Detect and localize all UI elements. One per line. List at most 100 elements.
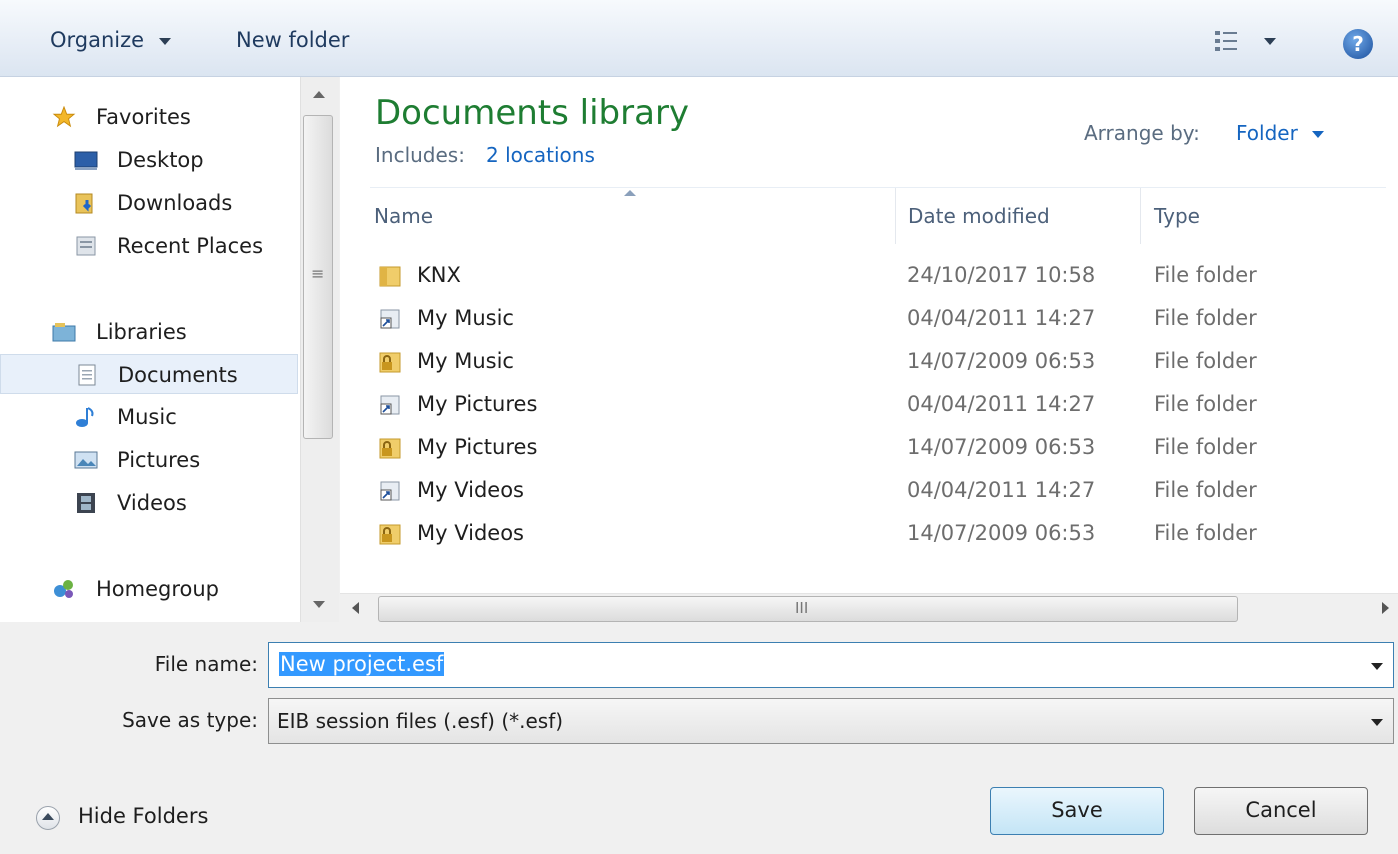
nav-homegroup[interactable]: Homegroup — [0, 569, 298, 609]
scroll-left-arrow-icon[interactable] — [352, 602, 359, 614]
nav-music-label: Music — [117, 405, 177, 429]
shortcut-icon — [380, 309, 400, 329]
scroll-grip-icon: ≡ — [311, 264, 325, 283]
nav-recent-places-label: Recent Places — [117, 234, 264, 258]
file-name: My Videos — [417, 521, 524, 545]
file-name-field[interactable]: New project.esf — [268, 642, 1394, 688]
file-date: 04/04/2011 14:27 — [907, 478, 1096, 502]
locked-folder-icon — [379, 524, 401, 545]
nav-downloads[interactable]: Downloads — [0, 183, 298, 223]
details-view-icon — [1215, 31, 1237, 51]
collapse-icon — [36, 806, 60, 830]
nav-pictures[interactable]: Pictures — [0, 440, 298, 480]
column-divider[interactable] — [1140, 188, 1141, 244]
save-as-type-select[interactable]: EIB session files (.esf) (*.esf) — [268, 698, 1394, 744]
nav-documents-label: Documents — [118, 363, 238, 387]
file-date: 14/07/2009 06:53 — [907, 435, 1096, 459]
nav-pictures-label: Pictures — [117, 448, 201, 472]
change-view-button[interactable] — [1210, 28, 1288, 56]
file-type: File folder — [1154, 478, 1257, 502]
file-name: KNX — [417, 263, 461, 287]
arrange-by-value: Folder — [1236, 121, 1298, 145]
folder-icon — [379, 266, 401, 287]
file-type: File folder — [1154, 521, 1257, 545]
organize-label: Organize — [50, 28, 145, 52]
file-type: File folder — [1154, 349, 1257, 373]
file-row[interactable]: My Videos 14/07/2009 06:53 File folder — [340, 513, 1398, 556]
file-name: My Pictures — [417, 435, 538, 459]
scroll-down-arrow-icon[interactable] — [313, 601, 325, 608]
file-type: File folder — [1154, 392, 1257, 416]
nav-favorites[interactable]: Favorites — [0, 97, 298, 137]
column-header-name[interactable]: Name — [374, 204, 892, 244]
save-options-area: File name: New project.esf Save as type:… — [0, 622, 1398, 854]
new-folder-button[interactable]: New folder — [236, 20, 349, 60]
column-header-date[interactable]: Date modified — [908, 204, 1138, 244]
nav-scroll-thumb[interactable]: ≡ — [303, 115, 333, 439]
nav-documents[interactable]: Documents — [0, 354, 298, 394]
file-name: My Videos — [417, 478, 524, 502]
column-name-label: Name — [374, 204, 434, 228]
view-dropdown-icon — [1264, 38, 1276, 45]
file-name-label: File name: — [154, 652, 258, 676]
file-name-dropdown-icon[interactable] — [1371, 663, 1383, 670]
file-row[interactable]: My Pictures 04/04/2011 14:27 File folder — [340, 384, 1398, 427]
pictures-icon — [74, 451, 98, 469]
shortcut-icon — [380, 481, 400, 501]
documents-icon — [78, 364, 96, 386]
hide-folders-label: Hide Folders — [78, 804, 209, 828]
file-date: 04/04/2011 14:27 — [907, 306, 1096, 330]
recent-places-icon — [76, 236, 96, 256]
homegroup-icon — [54, 580, 73, 598]
libraries-icon — [52, 323, 76, 342]
file-name-input[interactable]: New project.esf — [279, 652, 445, 676]
desktop-icon — [74, 151, 98, 170]
new-folder-label: New folder — [236, 28, 350, 52]
nav-desktop-label: Desktop — [117, 148, 204, 172]
chevron-down-icon — [1312, 131, 1325, 138]
file-row[interactable]: KNX 24/10/2017 10:58 File folder — [340, 255, 1398, 298]
includes-label: Includes: — [375, 143, 465, 167]
music-icon — [76, 407, 94, 427]
cancel-button[interactable]: Cancel — [1194, 787, 1368, 835]
column-header-type[interactable]: Type — [1154, 204, 1374, 244]
file-row[interactable]: My Music 14/07/2009 06:53 File folder — [340, 341, 1398, 384]
file-row[interactable]: My Music 04/04/2011 14:27 File folder — [340, 298, 1398, 341]
nav-scrollbar[interactable]: ≡ — [300, 77, 339, 622]
scroll-up-arrow-icon[interactable] — [313, 91, 325, 98]
horizontal-scroll-thumb[interactable]: III — [378, 596, 1238, 622]
organize-button[interactable]: Organize — [50, 20, 171, 60]
locked-folder-icon — [379, 352, 401, 373]
nav-homegroup-label: Homegroup — [96, 577, 220, 601]
horizontal-scrollbar[interactable]: III — [340, 593, 1398, 623]
file-name: My Pictures — [417, 392, 538, 416]
file-row[interactable]: My Videos 04/04/2011 14:27 File folder — [340, 470, 1398, 513]
file-name: My Music — [417, 349, 514, 373]
navigation-pane: Favorites Desktop Downloads Recent Place… — [0, 77, 300, 622]
chevron-down-icon — [1371, 719, 1383, 726]
includes-locations-link[interactable]: 2 locations — [486, 143, 595, 167]
file-type: File folder — [1154, 263, 1257, 287]
nav-libraries[interactable]: Libraries — [0, 312, 298, 352]
scroll-grip-icon: III — [795, 599, 809, 617]
file-list-pane: Documents library Includes: 2 locations … — [340, 77, 1398, 593]
library-title: Documents library — [375, 93, 690, 133]
nav-desktop[interactable]: Desktop — [0, 140, 298, 180]
nav-favorites-label: Favorites — [96, 105, 191, 129]
save-as-type-label: Save as type: — [122, 708, 258, 732]
help-icon[interactable]: ? — [1343, 29, 1373, 59]
arrange-by-dropdown[interactable]: Folder — [1236, 121, 1325, 145]
save-button[interactable]: Save — [990, 787, 1164, 835]
nav-libraries-label: Libraries — [96, 320, 187, 344]
nav-recent-places[interactable]: Recent Places — [0, 226, 298, 266]
file-row[interactable]: My Pictures 14/07/2009 06:53 File folder — [340, 427, 1398, 470]
nav-videos[interactable]: Videos — [0, 483, 298, 523]
scroll-right-arrow-icon[interactable] — [1382, 602, 1389, 614]
nav-music[interactable]: Music — [0, 397, 298, 437]
column-divider[interactable] — [895, 188, 896, 244]
star-icon — [52, 106, 76, 128]
save-as-type-value: EIB session files (.esf) (*.esf) — [277, 709, 564, 733]
nav-videos-label: Videos — [117, 491, 187, 515]
column-header-row: Name Date modified Type — [370, 187, 1386, 244]
videos-icon — [77, 493, 95, 513]
